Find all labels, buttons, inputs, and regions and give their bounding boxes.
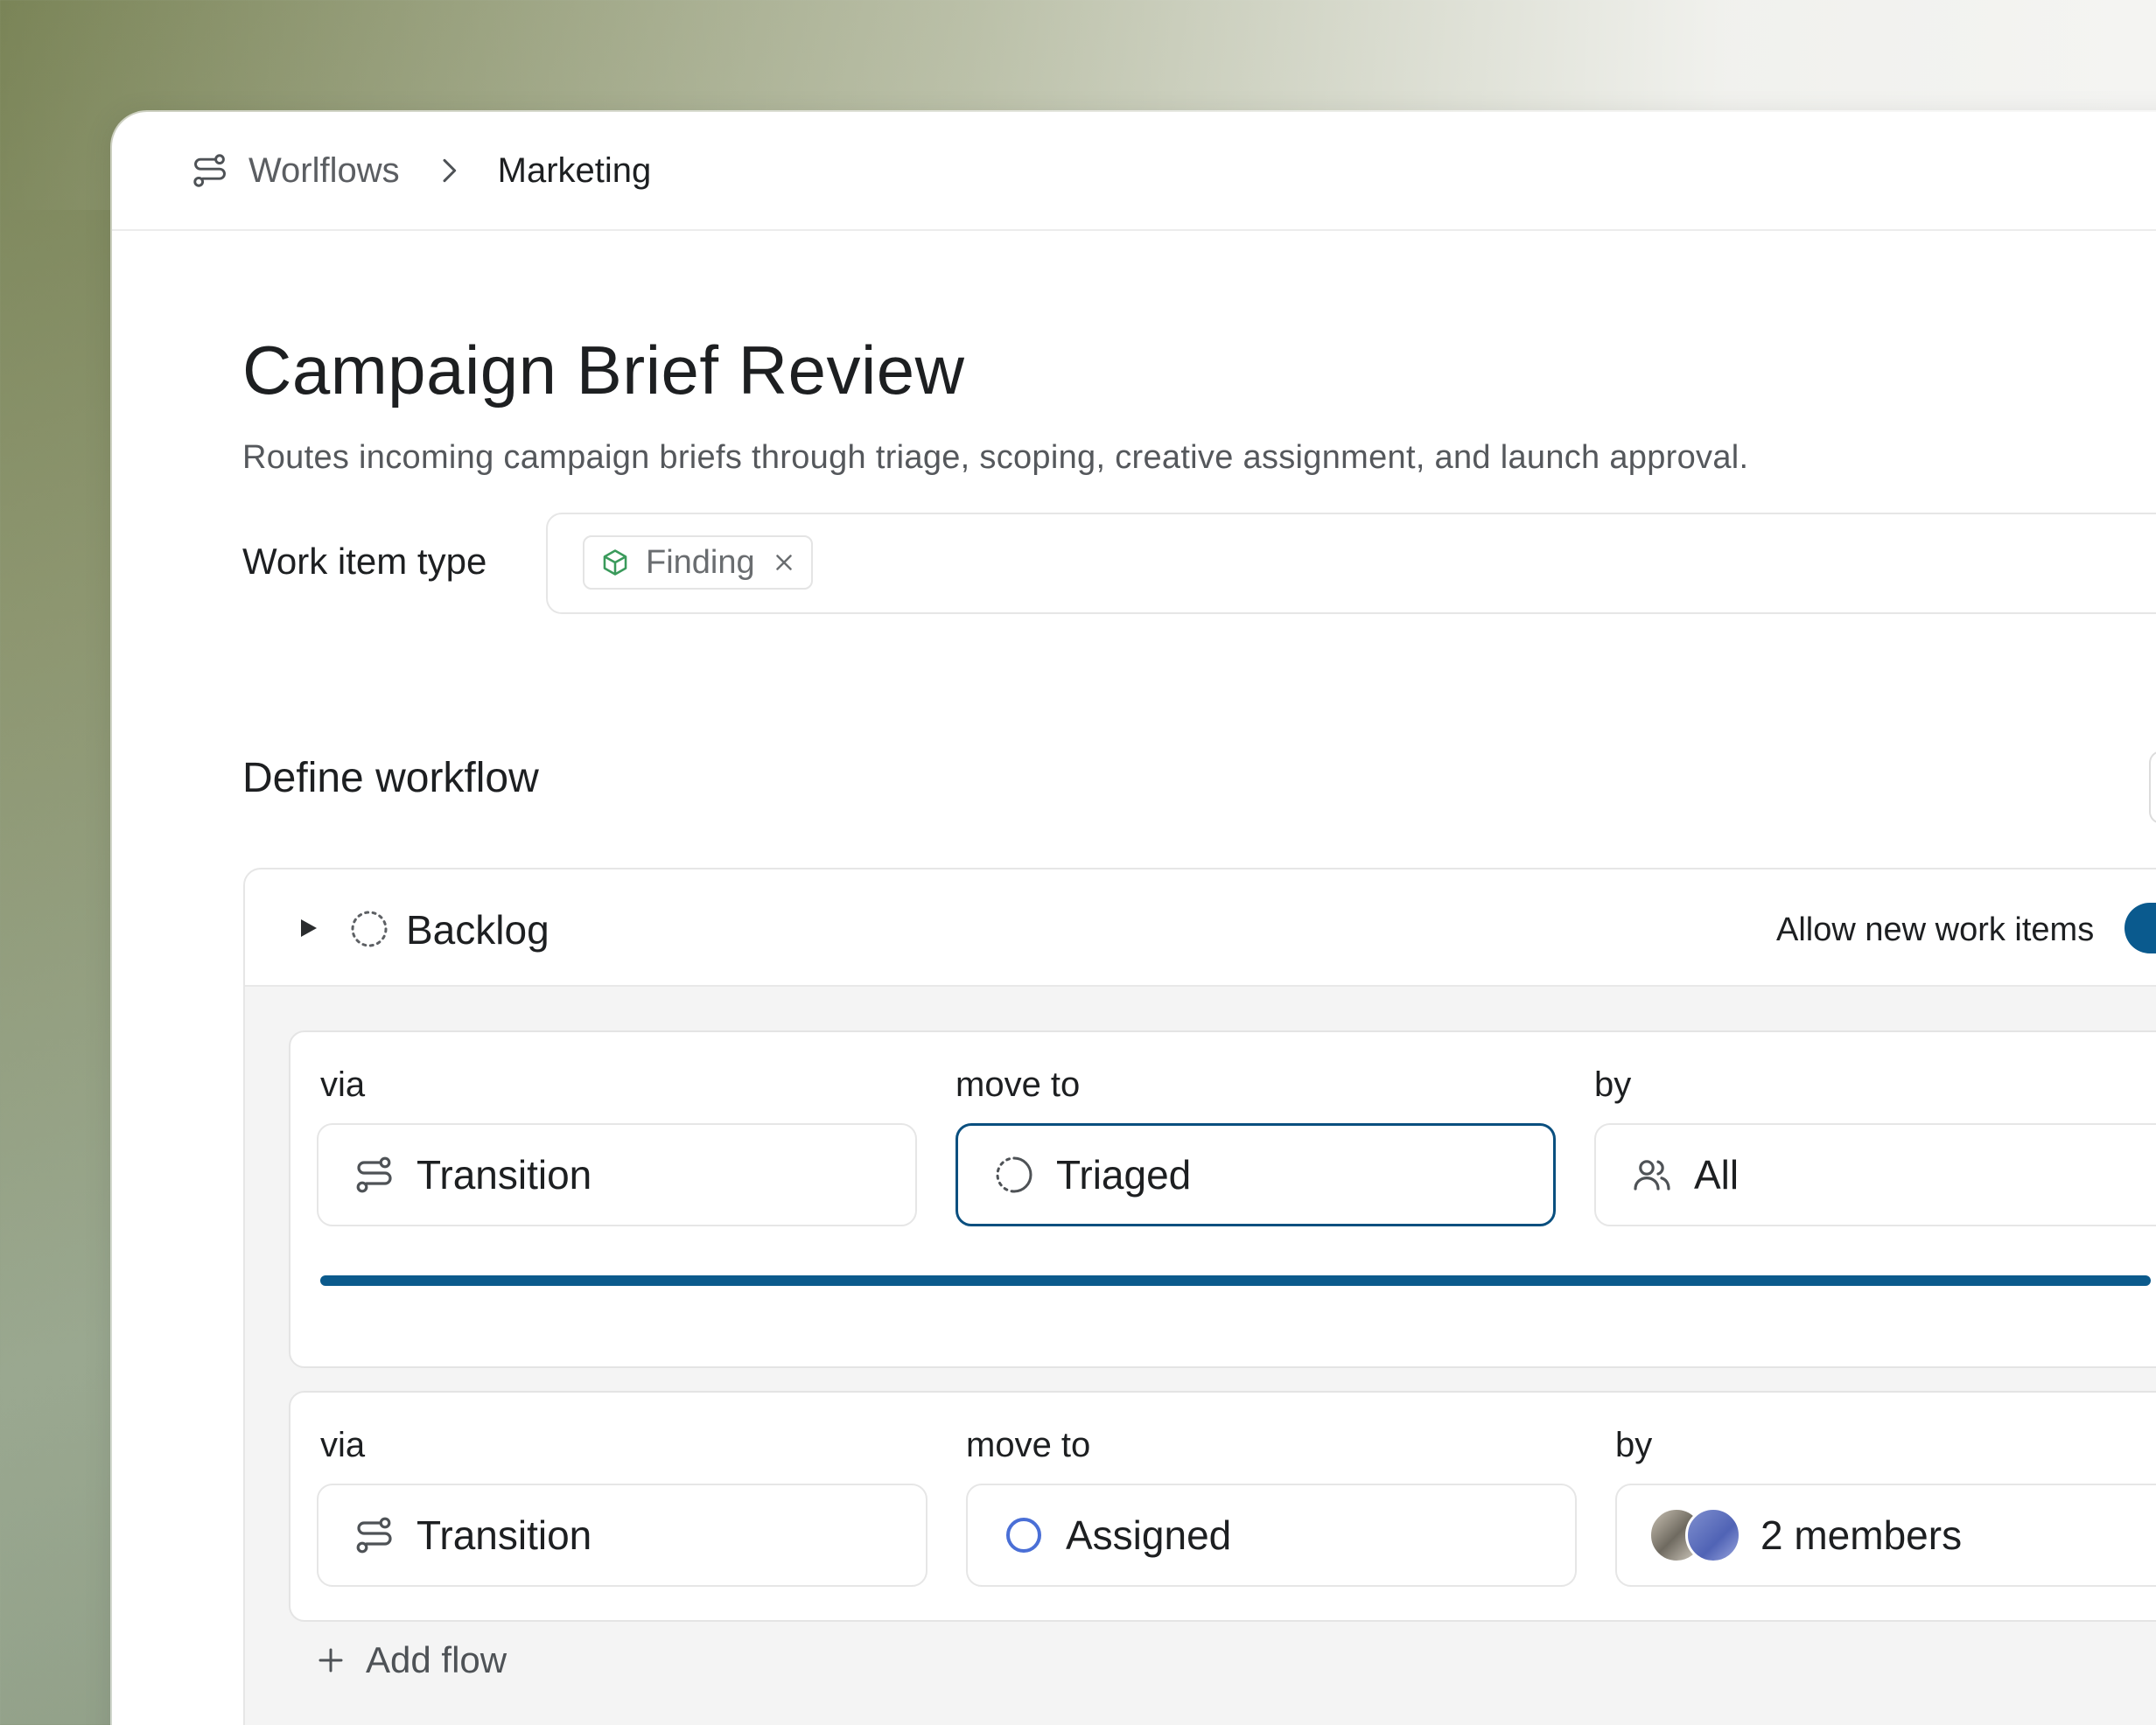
- workflow-icon: [191, 151, 229, 190]
- workflow-icon: [354, 1154, 396, 1196]
- state-header: Backlog Allow new work items: [245, 869, 2156, 987]
- side-panel-handle[interactable]: [2149, 751, 2156, 824]
- move-to-value: Assigned: [1066, 1512, 1232, 1558]
- move-to-label: move to: [966, 1426, 1091, 1464]
- work-item-type-label: Work item type: [242, 541, 487, 582]
- caret-right-icon[interactable]: [296, 913, 322, 943]
- work-item-type-field[interactable]: Finding: [546, 513, 2156, 614]
- dotted-circle-icon: [348, 908, 390, 950]
- breadcrumb-current: Marketing: [497, 150, 652, 190]
- by-value: All: [1694, 1152, 1740, 1198]
- page-description: Routes incoming campaign briefs through …: [242, 439, 1749, 476]
- circle-icon: [1003, 1514, 1045, 1556]
- via-label: via: [320, 1426, 366, 1464]
- users-icon: [1631, 1154, 1673, 1196]
- chevron-right-icon: [431, 153, 466, 188]
- by-label: by: [1615, 1426, 1653, 1464]
- by-select[interactable]: 2 members: [1615, 1484, 2156, 1587]
- by-label: by: [1594, 1065, 1632, 1104]
- member-avatars: [1648, 1507, 1741, 1563]
- via-label: via: [320, 1065, 366, 1104]
- via-value: Transition: [416, 1152, 592, 1198]
- move-to-value: Triaged: [1056, 1152, 1192, 1198]
- via-value: Transition: [416, 1512, 592, 1558]
- flow-row: via move to by Transition: [289, 1030, 2156, 1368]
- allow-new-items-label: Allow new work items: [1776, 911, 2095, 948]
- move-to-select[interactable]: Assigned: [966, 1484, 1577, 1587]
- by-select[interactable]: All: [1594, 1123, 2156, 1226]
- cube-icon: [600, 548, 630, 577]
- flow-progress-bar: [320, 1275, 2151, 1286]
- breadcrumb: Worlflows Marketing: [112, 112, 2156, 231]
- close-icon[interactable]: [771, 549, 797, 576]
- define-workflow-title: Define workflow: [242, 755, 539, 801]
- move-to-select[interactable]: Triaged: [956, 1123, 1556, 1226]
- allow-new-items-toggle[interactable]: [2124, 903, 2156, 953]
- by-value: 2 members: [1760, 1512, 1963, 1558]
- state-name: Backlog: [406, 907, 550, 953]
- flow-row: via move to by Transition: [289, 1391, 2156, 1622]
- workflow-icon: [354, 1514, 396, 1556]
- chip-label: Finding: [646, 543, 755, 581]
- state-card-backlog: Backlog Allow new work items via move to…: [243, 868, 2156, 1725]
- add-flow-button[interactable]: Add flow: [315, 1639, 507, 1681]
- page-title: Campaign Brief Review: [242, 332, 965, 409]
- avatar: [1685, 1507, 1741, 1563]
- half-dotted-circle-icon: [993, 1154, 1035, 1196]
- work-item-type-chip[interactable]: Finding: [583, 535, 813, 590]
- breadcrumb-workflows-link[interactable]: Worlflows: [248, 151, 400, 191]
- app-window: Worlflows Marketing Campaign Brief Revie…: [112, 112, 2156, 1725]
- via-select[interactable]: Transition: [317, 1484, 928, 1587]
- move-to-label: move to: [956, 1065, 1081, 1104]
- via-select[interactable]: Transition: [317, 1123, 917, 1226]
- plus-icon: [315, 1645, 346, 1676]
- add-flow-label: Add flow: [366, 1639, 508, 1680]
